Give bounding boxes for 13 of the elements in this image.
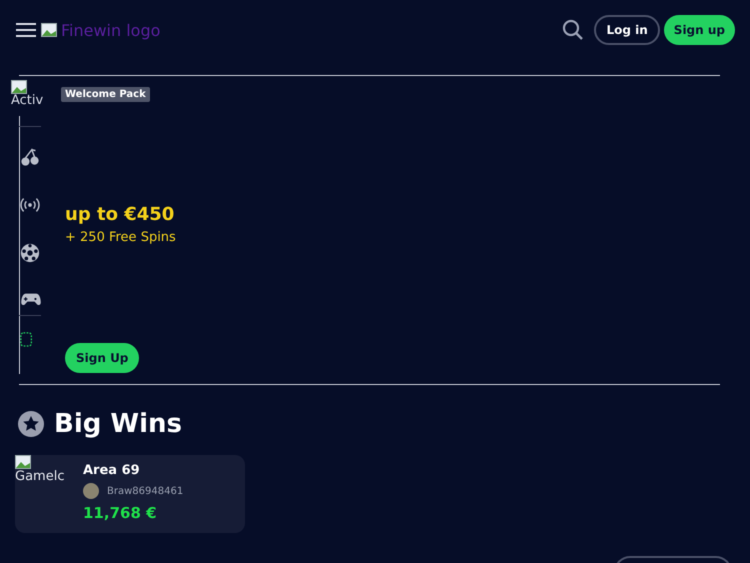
log-in-button[interactable]: Log in: [594, 15, 660, 45]
free-spins-text: + 250 Free Spins: [65, 230, 176, 245]
promo-badge: Welcome Pack: [61, 87, 150, 102]
sign-up-button[interactable]: Sign Up: [65, 343, 140, 373]
win-amount: 11,768 €: [83, 504, 158, 522]
player-name: Braw86948461: [107, 486, 184, 496]
image-alt-text: Gamelc: [15, 469, 64, 484]
section-title: Big Wins: [54, 409, 182, 439]
sign-up-button[interactable]: Sign up: [664, 15, 735, 45]
image-alt-text: Activ: [11, 94, 44, 108]
win-card[interactable]: Gamelc Area 69 Braw86948461 11,768 €: [15, 455, 245, 533]
game-title: Area 69: [83, 463, 141, 478]
bonus-amount: up to €450: [65, 204, 174, 225]
